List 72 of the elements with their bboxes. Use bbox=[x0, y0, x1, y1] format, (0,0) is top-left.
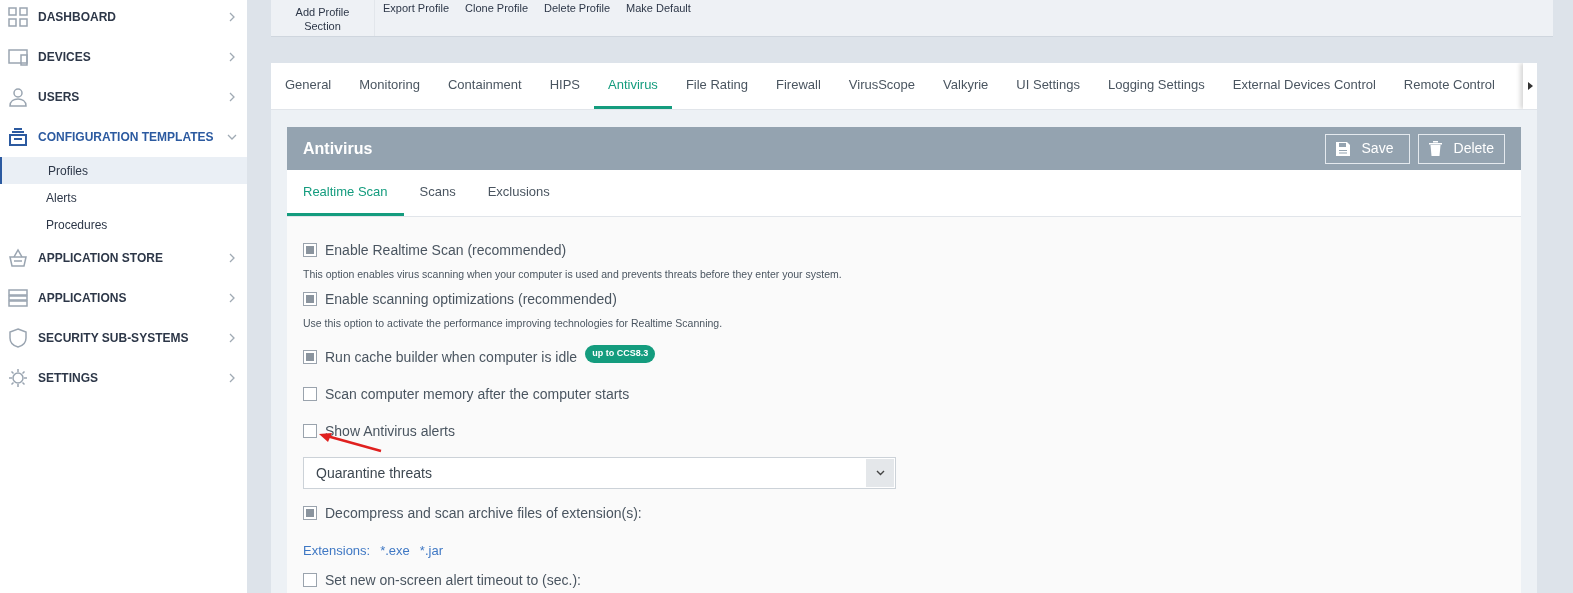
checkbox[interactable] bbox=[303, 424, 317, 438]
tab[interactable]: Valkyrie bbox=[929, 63, 1003, 109]
toolbar-button[interactable]: Export Profile bbox=[375, 0, 458, 15]
toolbar-button[interactable]: Add Profile Section bbox=[271, 0, 375, 36]
sidebar-item[interactable]: CONFIGURATION TEMPLATES bbox=[0, 117, 247, 157]
settings-icon bbox=[8, 368, 28, 388]
checkbox-label: Scan computer memory after the computer starts bbox=[325, 384, 630, 404]
sidebar-item[interactable]: DEVICES bbox=[0, 37, 247, 77]
tab[interactable]: VirusScope bbox=[834, 63, 930, 109]
checkbox[interactable] bbox=[303, 350, 317, 364]
sidebar-item[interactable]: APPLICATIONS bbox=[0, 278, 247, 318]
sidebar-subitem[interactable]: Procedures bbox=[0, 211, 247, 238]
chevron-right-icon bbox=[227, 293, 237, 303]
basket-icon bbox=[8, 248, 28, 268]
toolbar-button[interactable]: Delete Profile bbox=[536, 0, 619, 15]
tab[interactable]: UI Settings bbox=[1002, 63, 1094, 109]
checkbox-label: Enable scanning optimizations (recommended) bbox=[325, 289, 617, 309]
action-dropdown[interactable]: Quarantine threats bbox=[303, 457, 896, 489]
extension-link[interactable]: *.exe bbox=[380, 543, 410, 558]
sidebar-item[interactable]: SECURITY SUB-SYSTEMS bbox=[0, 318, 247, 358]
tab[interactable]: File Rating bbox=[671, 63, 762, 109]
checkbox-label: Run cache builder when computer is idle bbox=[325, 347, 578, 367]
chevron-right-icon bbox=[227, 253, 237, 263]
sidebar-subitem[interactable]: Alerts bbox=[0, 184, 247, 211]
devices-icon bbox=[8, 47, 28, 67]
subtab[interactable]: Scans bbox=[403, 170, 472, 216]
user-icon bbox=[8, 87, 28, 107]
tab[interactable]: Remote Control bbox=[1389, 63, 1509, 109]
chevron-right-icon bbox=[227, 373, 237, 383]
tab[interactable]: Monitoring bbox=[345, 63, 434, 109]
templates-icon bbox=[8, 127, 28, 147]
trash-icon bbox=[1428, 141, 1442, 156]
chevron-right-icon bbox=[227, 333, 237, 343]
checkbox-label: Enable Realtime Scan (recommended) bbox=[325, 240, 567, 260]
sidebar-subitem[interactable]: Profiles bbox=[0, 157, 247, 184]
extensions-label: Extensions: bbox=[303, 543, 371, 558]
tab[interactable]: Containment bbox=[433, 63, 536, 109]
tab[interactable]: HIPS bbox=[535, 63, 594, 109]
shield-icon bbox=[8, 328, 28, 348]
toolbar-button[interactable]: Clone Profile bbox=[457, 0, 536, 15]
checkbox[interactable] bbox=[303, 292, 317, 306]
checkbox-label: Set new on-screen alert timeout to (sec.): bbox=[325, 570, 581, 590]
tab[interactable]: External Devices Control bbox=[1218, 63, 1390, 109]
sidebar-item[interactable]: SETTINGS bbox=[0, 358, 247, 398]
subtab[interactable]: Exclusions bbox=[471, 170, 566, 216]
panel-title: Antivirus bbox=[303, 138, 374, 159]
version-badge: up to CCS8.3 bbox=[585, 345, 656, 363]
grid-icon bbox=[8, 7, 28, 27]
tab[interactable]: Logging Settings bbox=[1093, 63, 1219, 109]
checkbox-label: Decompress and scan archive files of extension(s): bbox=[325, 503, 642, 523]
checkbox[interactable] bbox=[303, 506, 317, 520]
sidebar-item[interactable]: DASHBOARD bbox=[0, 0, 247, 37]
tab[interactable]: Firewall bbox=[762, 63, 835, 109]
checkbox[interactable] bbox=[303, 573, 317, 587]
chevron-down-icon bbox=[227, 132, 237, 142]
server-rack-icon bbox=[8, 288, 28, 308]
chevron-right-icon bbox=[227, 12, 237, 22]
tab[interactable]: General bbox=[271, 63, 346, 109]
tab[interactable]: Antivirus bbox=[594, 63, 672, 109]
sidebar-item[interactable]: APPLICATION STORE bbox=[0, 238, 247, 278]
extension-link[interactable]: *.jar bbox=[419, 543, 443, 558]
scroll-right-icon[interactable] bbox=[1527, 82, 1533, 90]
checkbox-label: Show Antivirus alerts bbox=[325, 421, 455, 441]
sidebar-item[interactable]: USERS bbox=[0, 77, 247, 117]
option-description: This option enables virus scanning when your computer is used and prevents threats before they enter your system. bbox=[303, 267, 843, 281]
chevron-right-icon bbox=[227, 52, 237, 62]
toolbar-button[interactable]: Make Default bbox=[618, 0, 699, 15]
chevron-right-icon bbox=[227, 92, 237, 102]
option-description: Use this option to activate the performance improving technologies for Realtime Scanning. bbox=[303, 316, 724, 330]
checkbox[interactable] bbox=[303, 243, 317, 257]
checkbox[interactable] bbox=[303, 387, 317, 401]
chevron-down-icon bbox=[875, 470, 885, 476]
